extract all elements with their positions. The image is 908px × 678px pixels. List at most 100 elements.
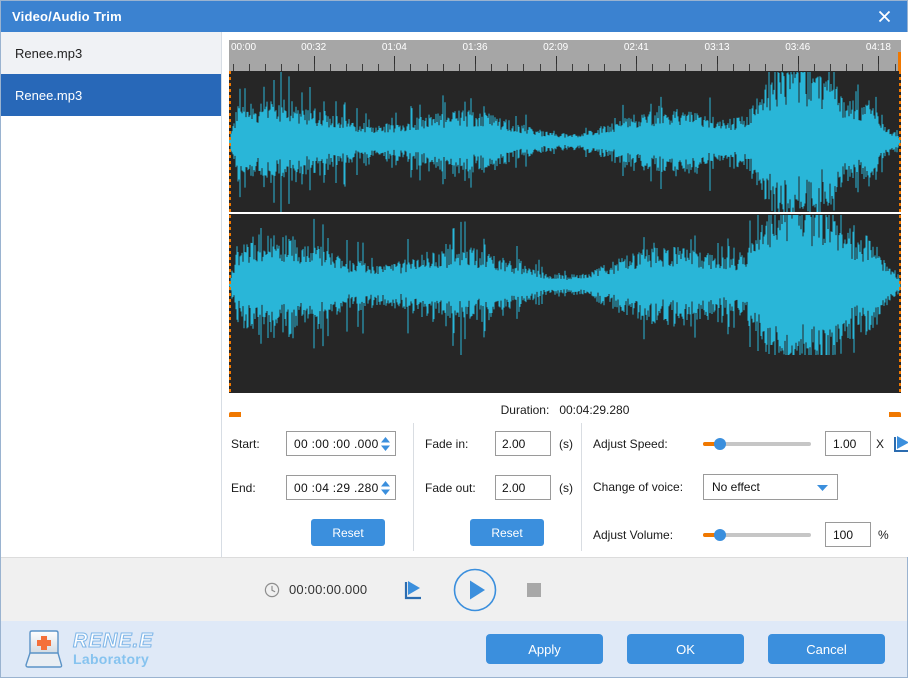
fade-out-label: Fade out: bbox=[425, 481, 495, 495]
ruler-tick-minor bbox=[394, 64, 395, 71]
file-list-item[interactable]: Renee.mp3 bbox=[1, 32, 221, 74]
ruler-tick-minor bbox=[298, 64, 299, 71]
speed-slider-thumb[interactable] bbox=[714, 438, 726, 450]
adjust-speed-label: Adjust Speed: bbox=[593, 437, 703, 451]
ruler-label: 01:04 bbox=[382, 42, 407, 53]
speed-preview-button[interactable] bbox=[891, 434, 908, 454]
fade-in-unit: (s) bbox=[559, 437, 573, 451]
ruler-tick-minor bbox=[669, 64, 670, 71]
ruler-tick-minor bbox=[620, 64, 621, 71]
ruler-tick-minor bbox=[733, 64, 734, 71]
close-x-icon bbox=[877, 9, 892, 24]
ruler-tick-minor bbox=[507, 64, 508, 71]
ruler-tick-minor bbox=[765, 64, 766, 71]
fade-out-input[interactable]: 2.00 bbox=[495, 475, 551, 500]
ruler-tick-minor bbox=[281, 64, 282, 71]
cancel-button[interactable]: Cancel bbox=[768, 634, 885, 664]
timeline-ruler[interactable]: 00:0000:3201:0401:3602:0902:4103:1303:46… bbox=[229, 40, 901, 71]
end-row: End: 00 :04 :29 .280 bbox=[231, 475, 396, 500]
brand-tagline: Laboratory bbox=[73, 652, 153, 667]
volume-slider[interactable] bbox=[703, 527, 811, 543]
file-list-item-selected[interactable]: Renee.mp3 bbox=[1, 74, 221, 116]
start-time-input[interactable]: 00 :00 :00 .000 bbox=[286, 431, 396, 456]
ruler-tick-minor bbox=[588, 64, 589, 71]
playback-bar: 00:00:00.000 bbox=[1, 557, 907, 621]
speed-value: 1.00 bbox=[833, 437, 856, 451]
controls-panel: Start: 00 :00 :00 .000 End: 00 :04 :29 .… bbox=[223, 417, 908, 557]
end-time-value: 00 :04 :29 .280 bbox=[294, 481, 379, 495]
ruler-tick-minor bbox=[636, 64, 637, 71]
ruler-tick-minor bbox=[410, 64, 411, 71]
waveform-left-icon bbox=[229, 71, 901, 212]
fade-out-value: 2.00 bbox=[502, 481, 525, 495]
apply-button[interactable]: Apply bbox=[486, 634, 603, 664]
duration-value: 00:04:29.280 bbox=[559, 403, 629, 417]
ruler-label: 03:46 bbox=[785, 42, 810, 53]
chevron-down-icon bbox=[380, 444, 391, 452]
play-selection-button[interactable] bbox=[401, 579, 425, 601]
file-item-label: Renee.mp3 bbox=[15, 46, 82, 61]
fade-out-unit: (s) bbox=[559, 481, 573, 495]
fade-in-input[interactable]: 2.00 bbox=[495, 431, 551, 456]
adjust-volume-label: Adjust Volume: bbox=[593, 528, 703, 542]
speed-slider[interactable] bbox=[703, 436, 811, 452]
file-item-label: Renee.mp3 bbox=[15, 88, 82, 103]
speed-unit: X bbox=[876, 437, 884, 451]
ruler-label: 02:09 bbox=[543, 42, 568, 53]
ruler-tick-minor bbox=[314, 64, 315, 71]
title-bar: Video/Audio Trim bbox=[1, 1, 907, 32]
ruler-tick-minor bbox=[798, 64, 799, 71]
ruler-tick-minor bbox=[652, 64, 653, 71]
start-stepper[interactable] bbox=[380, 436, 391, 452]
ruler-label: 04:18 bbox=[866, 42, 891, 53]
change-of-voice-row: Change of voice: No effect bbox=[593, 474, 838, 500]
ruler-label: 00:00 bbox=[231, 42, 256, 53]
fade-in-label: Fade in: bbox=[425, 437, 495, 451]
end-stepper[interactable] bbox=[380, 480, 391, 496]
ruler-tick-minor bbox=[540, 64, 541, 71]
footer-bar: RENE.E Laboratory Apply OK Cancel bbox=[1, 621, 907, 677]
end-time-input[interactable]: 00 :04 :29 .280 bbox=[286, 475, 396, 500]
fade-out-row: Fade out: 2.00 (s) bbox=[425, 475, 573, 500]
close-button[interactable] bbox=[861, 1, 907, 32]
volume-value-input[interactable]: 100 bbox=[825, 522, 871, 547]
fade-reset-row: Reset bbox=[470, 519, 544, 546]
ruler-tick-minor bbox=[378, 64, 379, 71]
fade-reset-button[interactable]: Reset bbox=[470, 519, 544, 546]
volume-slider-thumb[interactable] bbox=[714, 529, 726, 541]
start-time-value: 00 :00 :00 .000 bbox=[294, 437, 379, 451]
ruler-label: 00:32 bbox=[301, 42, 326, 53]
play-preview-icon bbox=[891, 434, 908, 454]
ruler-tick-minor bbox=[782, 64, 783, 71]
play-button[interactable] bbox=[453, 568, 497, 612]
ruler-tick-minor bbox=[427, 64, 428, 71]
waveform-right-icon bbox=[229, 214, 901, 355]
ruler-tick-minor bbox=[475, 64, 476, 71]
adjust-speed-row: Adjust Speed: 1.00 X bbox=[593, 431, 908, 456]
trim-reset-button[interactable]: Reset bbox=[311, 519, 385, 546]
brand-logo: RENE.E Laboratory bbox=[23, 629, 153, 669]
controls-divider-1 bbox=[413, 423, 414, 551]
fade-in-value: 2.00 bbox=[502, 437, 525, 451]
volume-value: 100 bbox=[833, 528, 853, 542]
ruler-tick-minor bbox=[233, 64, 234, 71]
ruler-tick-minor bbox=[895, 64, 896, 71]
stop-button[interactable] bbox=[527, 583, 541, 597]
start-label: Start: bbox=[231, 437, 286, 451]
brand-name: RENE.E bbox=[73, 631, 153, 652]
clock-icon bbox=[264, 582, 280, 598]
renee-cross-logo-icon bbox=[23, 629, 65, 669]
waveform-channel-right bbox=[229, 214, 901, 355]
controls-divider-2 bbox=[581, 423, 582, 551]
fade-in-row: Fade in: 2.00 (s) bbox=[425, 431, 573, 456]
waveform-display[interactable] bbox=[229, 71, 901, 393]
ruler-tick-minor bbox=[862, 64, 863, 71]
speed-value-input[interactable]: 1.00 bbox=[825, 431, 871, 456]
change-of-voice-select[interactable]: No effect bbox=[703, 474, 838, 500]
ruler-tick-minor bbox=[814, 64, 815, 71]
chevron-up-icon bbox=[380, 436, 391, 444]
start-row: Start: 00 :00 :00 .000 bbox=[231, 431, 396, 456]
ruler-tick-minor bbox=[830, 64, 831, 71]
ok-button[interactable]: OK bbox=[627, 634, 744, 664]
ruler-tick-minor bbox=[701, 64, 702, 71]
